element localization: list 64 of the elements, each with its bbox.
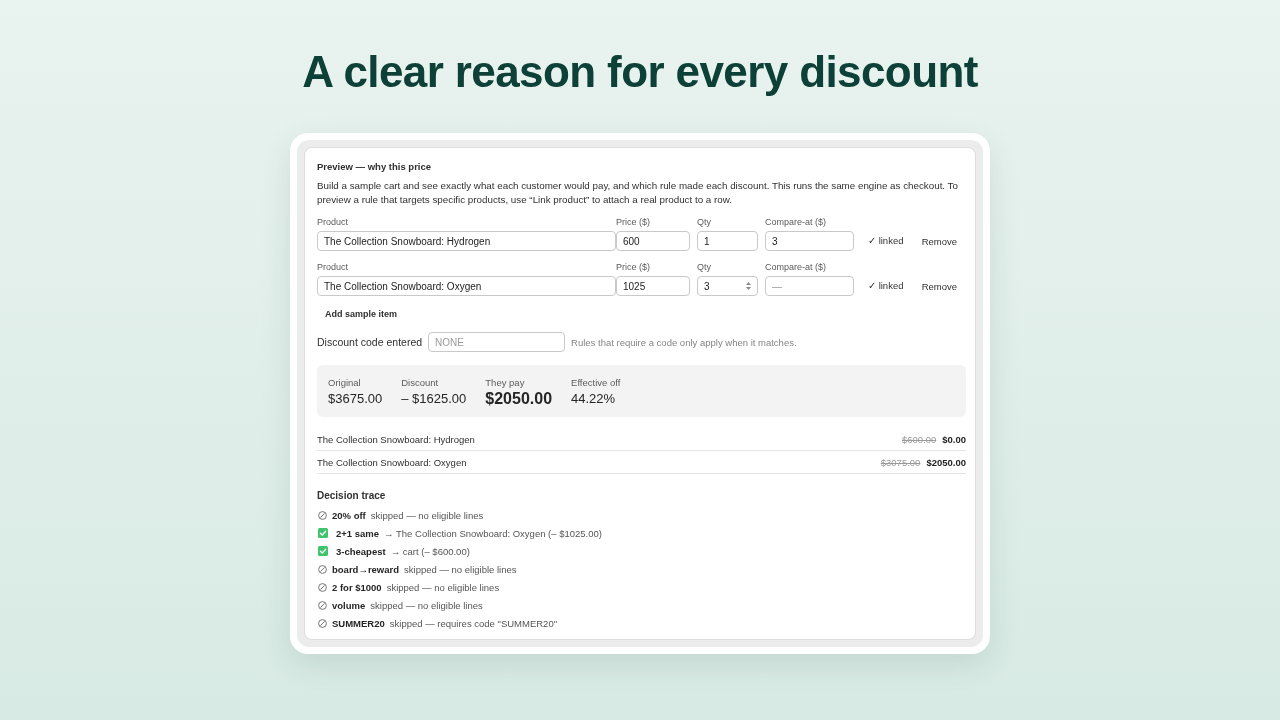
field-label: Product [317, 216, 350, 229]
rule-detail: skipped — no eligible lines [386, 581, 500, 593]
rule-name: 20% off [332, 509, 366, 521]
stat-label: Effective off [571, 376, 621, 390]
stat-value: $3675.00 [328, 390, 383, 408]
rule-detail: skipped — requires code "SUMMER20" [389, 617, 558, 629]
field-label: Price ($) [616, 216, 651, 229]
stat-value: 44.22% [571, 390, 617, 408]
original-price: $3075.00 [880, 456, 921, 468]
field-label: Compare-at ($) [765, 216, 828, 229]
stat-label: Original [328, 376, 362, 390]
rule-name: SUMMER20 [332, 617, 385, 629]
discount-code-label: Discount code entered [317, 336, 423, 348]
discount-code-hint: Rules that require a code only apply when it matches. [571, 336, 797, 348]
product-input[interactable]: The Collection Snowboard: Hydrogen [317, 231, 616, 251]
compare-at-input[interactable]: 3 [765, 231, 854, 251]
check-icon [318, 546, 328, 556]
prohibited-icon [318, 600, 327, 610]
page-headline: A clear reason for every discount [302, 46, 978, 98]
rule-detail: skipped — no eligible lines [370, 509, 484, 521]
field-label: Qty [697, 216, 712, 229]
check-icon [318, 528, 328, 538]
rule-detail: → The Collection Snowboard: Oxygen (– $1025.00) [384, 527, 602, 539]
prohibited-icon [318, 564, 327, 574]
line-item-name: The Collection Snowboard: Oxygen [317, 456, 467, 468]
total-value: $2050.00 [485, 390, 553, 408]
rule-name: 3-cheapest [336, 545, 386, 557]
line-item-name: The Collection Snowboard: Hydrogen [317, 433, 475, 445]
spinner-icon[interactable] [746, 282, 751, 290]
rule-name: board→reward [332, 563, 400, 575]
panel-title: Preview — why this price [317, 160, 433, 174]
price-input[interactable]: 600 [616, 231, 690, 251]
prohibited-icon [318, 582, 327, 592]
add-sample-item-button[interactable]: Add sample item [317, 304, 406, 324]
qty-input[interactable]: 3 [697, 276, 758, 296]
field-label: Compare-at ($) [765, 261, 828, 274]
prohibited-icon [318, 510, 327, 520]
trace-title: Decision trace [317, 489, 387, 503]
final-price: $0.00 [942, 433, 966, 445]
remove-button[interactable]: Remove [912, 276, 966, 296]
remove-button[interactable]: Remove [912, 231, 966, 251]
product-input[interactable]: The Collection Snowboard: Oxygen [317, 276, 616, 296]
compare-at-input[interactable]: — [765, 276, 854, 296]
rule-detail: skipped — no eligible lines [370, 599, 483, 611]
rule-detail: skipped — no eligible lines [404, 563, 517, 575]
rule-detail: → cart (– $600.00) [390, 545, 470, 557]
linked-status: ✓ linked [868, 234, 904, 248]
field-label: Product [317, 261, 350, 274]
prohibited-icon [318, 618, 327, 628]
stat-value: – $1625.00 [401, 390, 467, 408]
final-price: $2050.00 [926, 456, 966, 468]
qty-input[interactable]: 1 [697, 231, 758, 251]
field-label: Qty [697, 261, 712, 274]
panel-description: Build a sample cart and see exactly what each customer would pay, and which rule made each discount. This runs the same engine as checkout. To preview a rule that targets specific products, use “Link product” to attach a real product to a row. [317, 179, 959, 207]
rule-name: volume [332, 599, 366, 611]
linked-status: ✓ linked [868, 279, 904, 293]
field-label: Price ($) [616, 261, 651, 274]
stat-label: They pay [485, 376, 526, 390]
rule-name: 2+1 same [336, 527, 380, 539]
original-price: $600.00 [901, 433, 937, 445]
discount-code-input[interactable]: NONE [428, 332, 566, 352]
rule-name: 2 for $1000 [332, 581, 382, 593]
price-input[interactable]: 1025 [616, 276, 690, 296]
stat-label: Discount [401, 376, 440, 390]
